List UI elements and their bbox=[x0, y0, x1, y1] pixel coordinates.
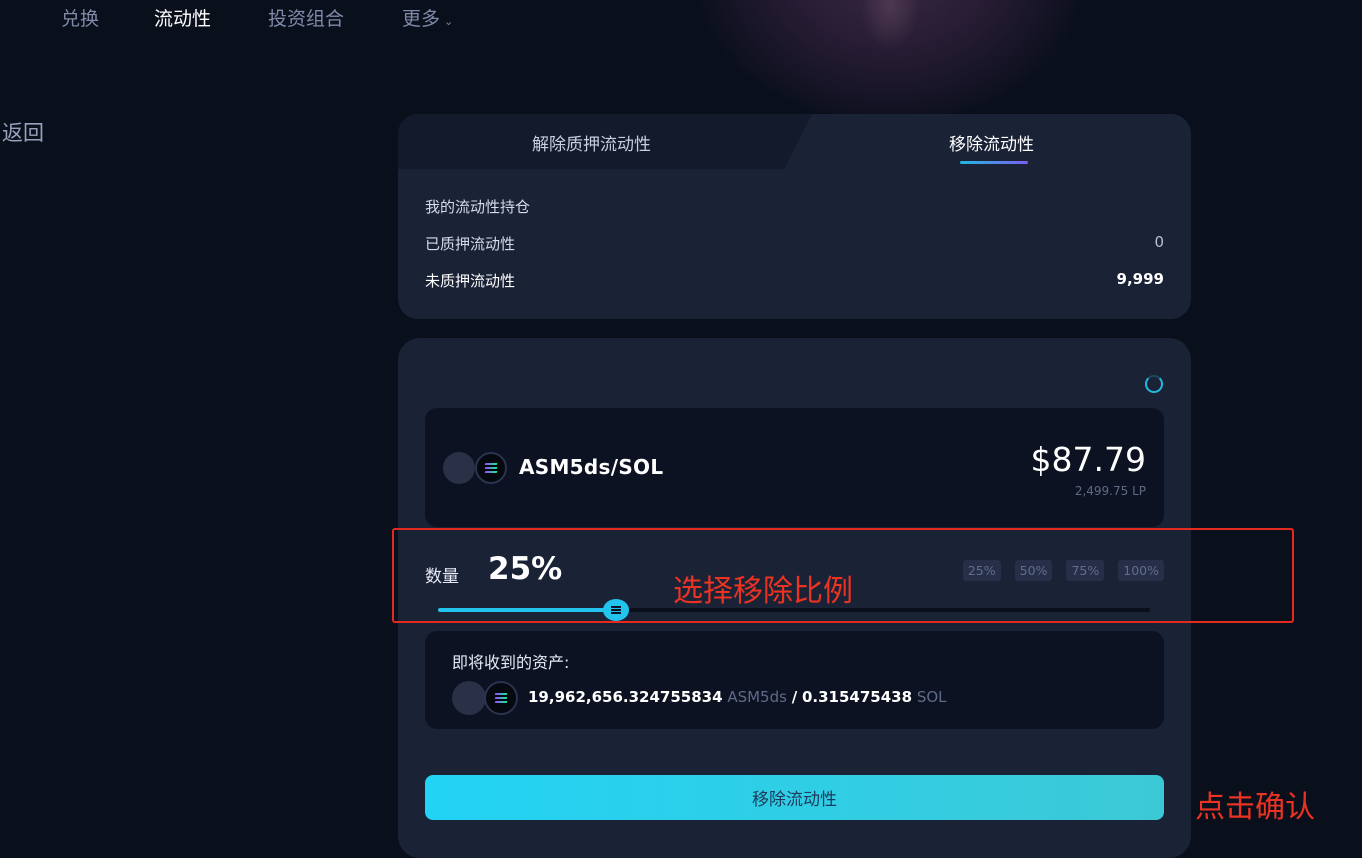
tab-remove-liquidity[interactable]: 移除流动性 bbox=[949, 130, 1034, 155]
nav-item-swap[interactable]: 兑换 bbox=[61, 4, 99, 31]
holdings-title-row: 我的流动性持仓 bbox=[425, 196, 1164, 217]
token-sol-icon bbox=[484, 681, 518, 715]
pool-summary: ASM5ds/SOL $87.79 2,499.75 LP bbox=[425, 408, 1164, 527]
unstaked-value: 9,999 bbox=[1116, 270, 1164, 288]
nav-item-more-label: 更多 bbox=[402, 8, 441, 30]
token-asm5ds-icon bbox=[452, 681, 486, 715]
unstaked-row: 未质押流动性 9,999 bbox=[425, 270, 1164, 291]
staked-label: 已质押流动性 bbox=[425, 235, 516, 253]
top-nav: 兑换 流动性 投资组合 更多 ⌄ bbox=[0, 0, 1362, 34]
remove-liquidity-button[interactable]: 移除流动性 bbox=[425, 775, 1164, 820]
pool-pair-name: ASM5ds/SOL bbox=[519, 455, 664, 479]
staked-value: 0 bbox=[1154, 233, 1164, 251]
tab-bar: 解除质押流动性 移除流动性 bbox=[398, 114, 1191, 169]
receive-amount-a: 19,962,656.324755834 bbox=[528, 688, 723, 706]
receive-separator: / bbox=[791, 688, 798, 706]
staked-row: 已质押流动性 0 bbox=[425, 233, 1164, 254]
nav-item-more[interactable]: 更多 ⌄ bbox=[402, 4, 453, 31]
chevron-down-icon: ⌄ bbox=[444, 15, 454, 28]
solana-logo-icon bbox=[494, 693, 508, 704]
back-link[interactable]: 返回 bbox=[2, 117, 44, 147]
nav-item-liquidity[interactable]: 流动性 bbox=[154, 4, 211, 31]
loading-spinner-icon bbox=[1145, 375, 1163, 393]
unstaked-label: 未质押流动性 bbox=[425, 272, 516, 290]
annotation-click-confirm: 点击确认 bbox=[1195, 790, 1315, 825]
solana-logo-icon bbox=[484, 463, 498, 474]
receive-assets-panel: 即将收到的资产: 19,962,656.324755834 ASM5ds / 0… bbox=[425, 631, 1164, 729]
receive-symbol-b: SOL bbox=[916, 688, 947, 706]
token-sol-icon bbox=[475, 452, 507, 484]
token-asm5ds-icon bbox=[443, 452, 475, 484]
receive-amount-b: 0.315475438 bbox=[801, 688, 913, 706]
liquidity-position-card: 解除质押流动性 移除流动性 我的流动性持仓 已质押流动性 0 未质押流动性 9,… bbox=[398, 114, 1191, 319]
tab-unstake-liquidity[interactable]: 解除质押流动性 bbox=[532, 130, 651, 155]
annotation-select-ratio: 选择移除比例 bbox=[673, 574, 853, 609]
receive-title: 即将收到的资产: bbox=[452, 653, 570, 672]
holdings-title: 我的流动性持仓 bbox=[425, 198, 531, 216]
pool-lp-amount: 2,499.75 LP bbox=[1074, 484, 1146, 498]
nav-item-portfolio[interactable]: 投资组合 bbox=[268, 4, 344, 31]
receive-amounts: 19,962,656.324755834 ASM5ds / 0.31547543… bbox=[528, 688, 947, 706]
tab-active-indicator bbox=[960, 161, 1028, 164]
pool-usd-value: $87.79 bbox=[1030, 440, 1146, 479]
receive-symbol-a: ASM5ds bbox=[727, 688, 787, 706]
